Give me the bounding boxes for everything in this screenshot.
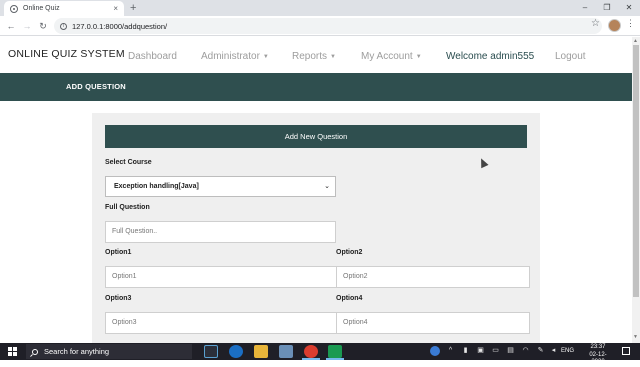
form-header: Add New Question [105,125,527,148]
page-title: ADD QUESTION [66,82,126,91]
chevron-up-icon[interactable]: ^ [447,347,454,355]
browser-toolbar: ← → ↻ i 127.0.0.1:8000/addquestion/ ☆ ⋮ [0,16,640,36]
pycharm-icon[interactable] [328,345,342,358]
caret-down-icon: ▼ [330,54,336,60]
browser-tab[interactable]: Online Quiz × [4,1,124,16]
browser-menu-icon[interactable]: ⋮ [626,18,635,29]
new-tab-button[interactable]: + [130,2,136,14]
option1-input[interactable]: Option1 [105,266,337,288]
url-text[interactable]: 127.0.0.1:8000/addquestion/ [72,22,167,31]
option4-input[interactable]: Option4 [336,312,530,334]
scroll-up-icon[interactable]: ▲ [633,38,638,44]
volume-icon[interactable]: ◂ [550,347,557,355]
edge-icon[interactable] [229,345,243,358]
wifi-icon[interactable]: ◠ [522,347,529,355]
select-course-label: Select Course [105,159,152,166]
help-icon[interactable] [430,346,440,356]
file-explorer-icon[interactable] [254,345,268,358]
nav-administrator-label: Administrator [201,51,260,62]
taskbar-search-text: Search for anything [44,347,110,356]
address-bar[interactable]: i 127.0.0.1:8000/addquestion/ ☆ [54,18,602,34]
browser-tabbar: Online Quiz × + – ❐ ✕ [0,0,640,16]
language-indicator[interactable]: ENG [561,348,574,354]
nav-administrator[interactable]: Administrator ▼ [201,51,269,62]
bookmark-star-icon[interactable]: ☆ [591,18,600,29]
windows-taskbar: Search for anything ^ ▮ ▣ ▭ ▤ ◠ ✎ ◂ ENG … [0,343,640,365]
search-icon [32,348,38,355]
nav-welcome[interactable]: Welcome admin555 [446,51,534,62]
full-question-input[interactable]: Full Question.. [105,221,336,243]
option2-label: Option2 [336,249,363,256]
forward-icon[interactable]: → [20,19,34,33]
clock-time: 23:37 [590,344,606,350]
option4-label: Option4 [336,295,363,302]
windows-start-icon[interactable] [8,347,17,356]
caret-down-icon: ▼ [415,54,422,60]
tab-close-icon[interactable]: × [113,4,118,13]
nav-my-account-label: My Account [361,51,413,62]
chevron-down-icon: ⌄ [324,183,330,190]
info-icon[interactable]: i [60,22,67,30]
back-icon[interactable]: ← [4,19,18,33]
nav-reports-label: Reports [292,51,328,62]
option3-label: Option3 [105,295,132,302]
globe-icon [10,4,18,13]
nav-logout[interactable]: Logout [555,51,586,62]
nav-my-account[interactable]: My Account ▼ [361,51,422,62]
usb-icon[interactable]: ▮ [462,347,469,355]
scrollbar-thumb[interactable] [633,45,639,297]
close-window-button[interactable]: ✕ [618,0,640,16]
option2-input[interactable]: Option2 [336,266,530,288]
clock-date: 02-12-2020 [589,351,607,366]
taskbar-clock[interactable]: 23:37 02-12-2020 [585,344,611,367]
notepad-icon[interactable] [279,345,293,358]
app-tray-icon[interactable]: ▤ [507,347,514,355]
notification-icon[interactable] [622,347,630,355]
maximize-button[interactable]: ❐ [596,0,618,16]
reload-icon[interactable]: ↻ [36,19,50,33]
taskview-app-icon[interactable] [204,345,218,358]
nav-reports[interactable]: Reports ▼ [292,51,336,62]
app-tray-icon[interactable]: ▣ [477,347,484,355]
pen-icon[interactable]: ✎ [537,347,544,355]
site-brand[interactable]: ONLINE QUIZ SYSTEM [8,48,125,60]
chrome-icon[interactable] [304,345,318,358]
option3-input[interactable]: Option3 [105,312,337,334]
battery-icon[interactable]: ▭ [492,347,499,355]
option1-label: Option1 [105,249,132,256]
scroll-down-icon[interactable]: ▼ [633,334,638,340]
page-banner: ADD QUESTION [0,73,632,101]
nav-dashboard[interactable]: Dashboard [128,51,177,62]
nav-dashboard-label: Dashboard [128,51,177,62]
caret-down-icon: ▼ [262,54,269,60]
profile-avatar[interactable] [608,19,621,32]
minimize-button[interactable]: – [574,0,596,16]
taskbar-search[interactable]: Search for anything [26,344,192,359]
full-question-label: Full Question [105,204,150,211]
site-navbar: ONLINE QUIZ SYSTEM Dashboard Administrat… [0,37,632,73]
tab-title: Online Quiz [23,5,60,12]
course-select-value: Exception handling[Java] [114,183,199,190]
course-select[interactable]: Exception handling[Java] ⌄ [105,176,336,197]
